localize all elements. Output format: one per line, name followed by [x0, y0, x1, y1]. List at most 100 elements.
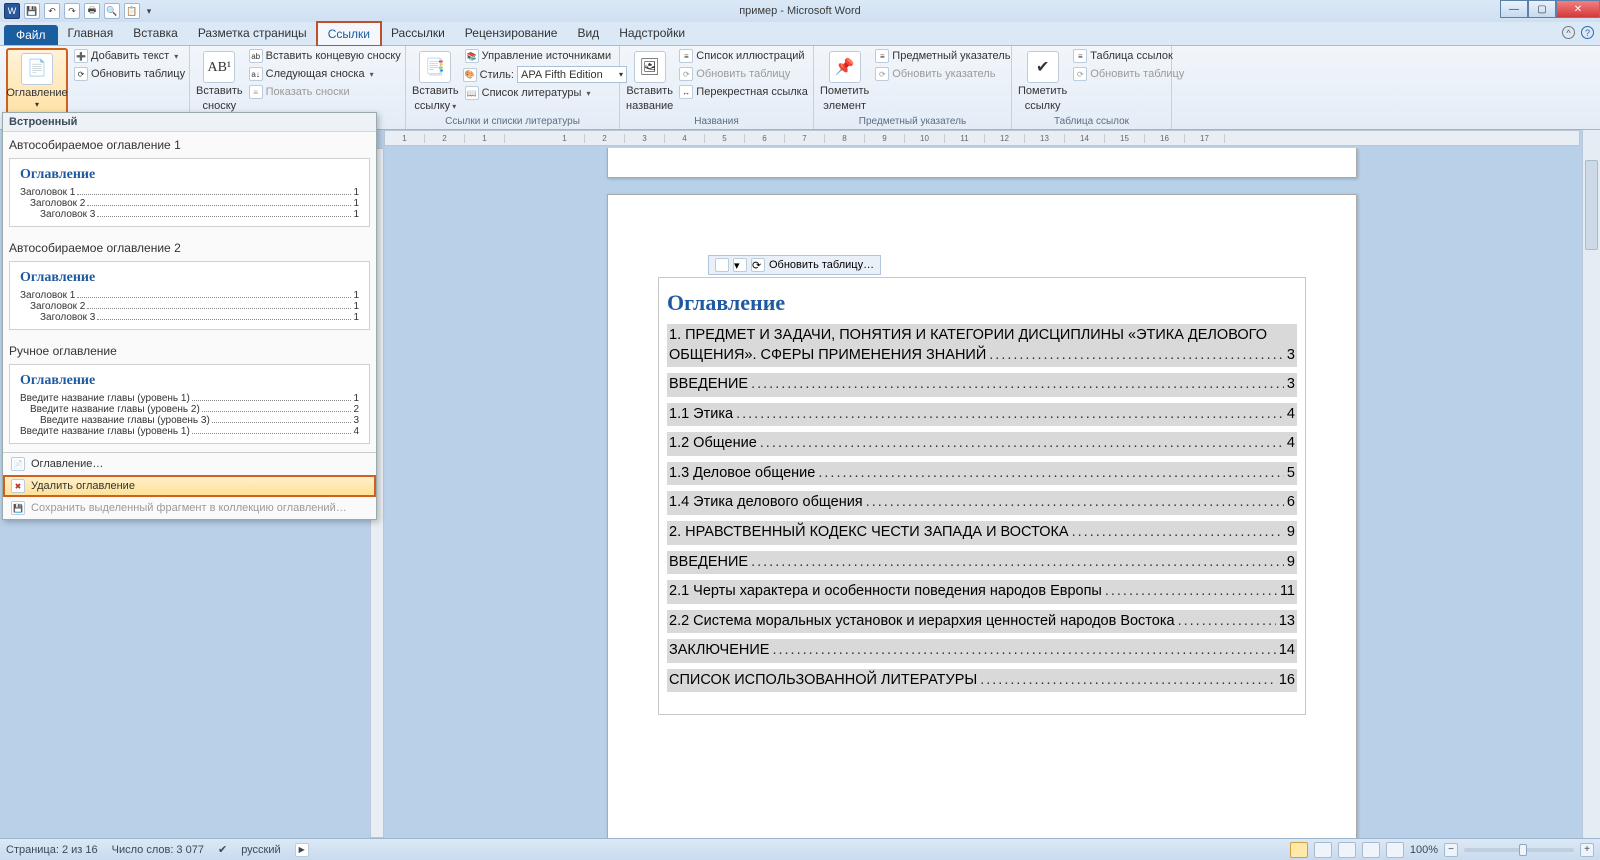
gallery-cmd-remove-toc[interactable]: ✖ Удалить оглавление: [3, 475, 376, 497]
toc-field[interactable]: Оглавление 1. ПРЕДМЕТ И ЗАДАЧИ, ПОНЯТИЯ …: [658, 277, 1306, 715]
help-icon[interactable]: ?: [1581, 26, 1594, 39]
scrollbar-thumb[interactable]: [1585, 160, 1598, 250]
toc-entry[interactable]: СПИСОК ИСПОЛЬЗОВАННОЙ ЛИТЕРАТУРЫ........…: [667, 669, 1297, 693]
close-button[interactable]: ✕: [1556, 0, 1600, 18]
gallery-item-auto2-preview[interactable]: Оглавление Заголовок 11Заголовок 21Загол…: [9, 261, 370, 330]
update-captions-label: Обновить таблицу: [696, 68, 790, 80]
tab-вид[interactable]: Вид: [567, 22, 609, 45]
ribbon-minimize-icon[interactable]: ^: [1562, 26, 1575, 39]
toc-button[interactable]: 📄 Оглавление ▾: [6, 48, 68, 115]
gallery-item-auto1-preview[interactable]: Оглавление Заголовок 11Заголовок 21Загол…: [9, 158, 370, 227]
cross-reference-button[interactable]: ↔Перекрестная ссылка: [677, 84, 810, 100]
toc-entry[interactable]: 1.1 Этика...............................…: [667, 403, 1297, 427]
mark-entry-label-2: элемент: [823, 100, 866, 112]
mark-citation-button[interactable]: ✔ Пометить ссылку: [1018, 48, 1067, 115]
zoom-percent[interactable]: 100%: [1410, 844, 1438, 856]
gallery-item-auto2-title[interactable]: Автособираемое оглавление 2: [3, 235, 376, 259]
tab-рассылки[interactable]: Рассылки: [381, 22, 455, 45]
update-captions-table-button[interactable]: ⟳Обновить таблицу: [677, 66, 810, 82]
update-toa-button[interactable]: ⟳Обновить таблицу: [1071, 66, 1186, 82]
insert-toa-button[interactable]: ≡Таблица ссылок: [1071, 48, 1186, 64]
tab-ссылки[interactable]: Ссылки: [317, 22, 381, 45]
toc-entry[interactable]: ЗАКЛЮЧЕНИЕ..............................…: [667, 639, 1297, 663]
update-table-label: Обновить таблицу: [91, 68, 185, 80]
update-table-button[interactable]: ⟳Обновить таблицу: [72, 66, 187, 82]
bibliography-button[interactable]: 📖Список литературы: [463, 85, 627, 101]
zoom-in-button[interactable]: +: [1580, 843, 1594, 857]
tab-file[interactable]: Файл: [4, 25, 58, 45]
print-preview-icon[interactable]: 🔍: [104, 3, 120, 19]
gallery-item-auto1-title[interactable]: Автособираемое оглавление 1: [3, 132, 376, 156]
view-web-layout-button[interactable]: [1338, 842, 1356, 858]
quick-print-icon[interactable]: 🖶: [84, 3, 100, 19]
toc-entry[interactable]: 1.4 Этика делового общения..............…: [667, 491, 1297, 515]
paste-icon[interactable]: 📋: [124, 3, 140, 19]
refresh-icon: ⟳: [74, 67, 88, 81]
gallery-cmd-remove-toc-label: Удалить оглавление: [31, 480, 135, 492]
gallery-item-manual-title[interactable]: Ручное оглавление: [3, 338, 376, 362]
view-draft-button[interactable]: [1386, 842, 1404, 858]
undo-icon[interactable]: ↶: [44, 3, 60, 19]
save-icon[interactable]: 💾: [24, 3, 40, 19]
mark-index-entry-button[interactable]: 📌 Пометить элемент: [820, 48, 869, 115]
insert-footnote-button[interactable]: AB¹ Вставить сноску: [196, 48, 243, 115]
status-macro-icon[interactable]: ▶: [295, 843, 309, 857]
vertical-scrollbar[interactable]: [1582, 130, 1600, 838]
show-notes-button[interactable]: ≡Показать сноски: [247, 84, 403, 100]
toa-icon: ≡: [1073, 49, 1087, 63]
page-scroll-area[interactable]: ▾ ⟳ Обновить таблицу… Оглавление 1. ПРЕД…: [384, 148, 1580, 838]
insert-index-label: Предметный указатель: [892, 50, 1010, 62]
toc-menu-icon[interactable]: ▾: [733, 258, 747, 272]
add-text-button[interactable]: ➕Добавить текст: [72, 48, 187, 64]
status-word-count[interactable]: Число слов: 3 077: [112, 844, 204, 856]
toc-entry[interactable]: 2.1 Черты характера и особенности поведе…: [667, 580, 1297, 604]
update-index-button[interactable]: ⟳Обновить указатель: [873, 66, 1012, 82]
horizontal-ruler[interactable]: 1211234567891011121314151617: [384, 130, 1580, 146]
toc-entry[interactable]: 2. НРАВСТВЕННЫЙ КОДЕКС ЧЕСТИ ЗАПАДА И ВО…: [667, 521, 1297, 545]
toc-entry[interactable]: 1. ПРЕДМЕТ И ЗАДАЧИ, ПОНЯТИЯ И КАТЕГОРИИ…: [667, 324, 1297, 367]
citation-style-dropdown[interactable]: APA Fifth Edition▾: [517, 66, 627, 83]
gallery-cmd-insert-toc[interactable]: 📄Оглавление…: [3, 453, 376, 475]
list-of-figures-button[interactable]: ≡Список иллюстраций: [677, 48, 810, 64]
zoom-out-button[interactable]: −: [1444, 843, 1458, 857]
tab-разметка-страницы[interactable]: Разметка страницы: [188, 22, 317, 45]
status-proofing-icon[interactable]: ✔: [218, 843, 227, 856]
gallery-item-manual-preview[interactable]: Оглавление Введите название главы (урове…: [9, 364, 370, 444]
toc-entry[interactable]: ВВЕДЕНИЕ................................…: [667, 373, 1297, 397]
page-previous-bottom: [607, 148, 1357, 178]
toc-entry[interactable]: ВВЕДЕНИЕ................................…: [667, 551, 1297, 575]
tab-главная[interactable]: Главная: [58, 22, 124, 45]
toc-entry[interactable]: 1.3 Деловое общение.....................…: [667, 462, 1297, 486]
insert-index-button[interactable]: ≡Предметный указатель: [873, 48, 1012, 64]
tab-рецензирование[interactable]: Рецензирование: [455, 22, 568, 45]
view-full-screen-button[interactable]: [1314, 842, 1332, 858]
zoom-slider[interactable]: [1464, 848, 1574, 852]
toc-entry[interactable]: 2.2 Система моральных установок и иерарх…: [667, 610, 1297, 634]
manage-sources-button[interactable]: 📚Управление источниками: [463, 48, 627, 64]
qat-customize-icon[interactable]: ▾: [144, 3, 154, 19]
redo-icon[interactable]: ↷: [64, 3, 80, 19]
next-footnote-button[interactable]: a↓Следующая сноска: [247, 66, 403, 82]
update-toc-field-label[interactable]: Обновить таблицу…: [769, 259, 874, 271]
insert-citation-button[interactable]: 📑 Вставить ссылку: [412, 48, 459, 115]
toc-handle-icon[interactable]: [715, 258, 729, 272]
mark-citation-label-1: Пометить: [1018, 85, 1067, 97]
minimize-button[interactable]: —: [1500, 0, 1528, 18]
insert-caption-button[interactable]: 🖼 Вставить название: [626, 48, 673, 115]
word-app-icon[interactable]: W: [4, 3, 20, 19]
remove-icon: ✖: [11, 479, 25, 493]
tab-надстройки[interactable]: Надстройки: [609, 22, 695, 45]
save-selection-icon: 💾: [11, 501, 25, 515]
status-language[interactable]: русский: [241, 844, 280, 856]
toc-field-toolbar: ▾ ⟳ Обновить таблицу…: [708, 255, 881, 275]
ruler-mark: 1: [465, 134, 505, 143]
toc-entry[interactable]: 1.2 Общение.............................…: [667, 432, 1297, 456]
view-outline-button[interactable]: [1362, 842, 1380, 858]
view-print-layout-button[interactable]: [1290, 842, 1308, 858]
footnote-icon: AB¹: [203, 51, 235, 83]
zoom-slider-knob[interactable]: [1519, 844, 1527, 856]
maximize-button[interactable]: ▢: [1528, 0, 1556, 18]
status-page[interactable]: Страница: 2 из 16: [6, 844, 98, 856]
tab-вставка[interactable]: Вставка: [123, 22, 188, 45]
insert-endnote-button[interactable]: abВставить концевую сноску: [247, 48, 403, 64]
